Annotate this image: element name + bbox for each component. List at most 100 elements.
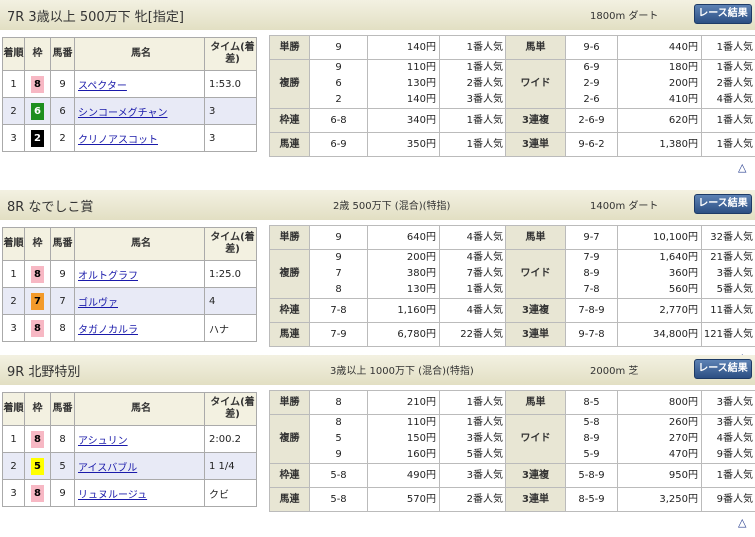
finish-position: 2 bbox=[2, 97, 25, 125]
payout-numbers-value: 9 bbox=[335, 41, 342, 53]
payout-popularity-value: 1番人気 bbox=[716, 114, 753, 126]
horse-name-link[interactable]: リュヌルージュ bbox=[78, 490, 147, 501]
horse-name-link[interactable]: アシュリン bbox=[78, 436, 128, 447]
finish-time: 3 bbox=[204, 97, 257, 125]
payout-numbers-value: 7-8 bbox=[583, 284, 600, 295]
horse-number: 7 bbox=[50, 287, 75, 315]
finish-time: 3 bbox=[204, 124, 257, 152]
payout-amount: 640円 bbox=[367, 225, 440, 250]
back-to-top-icon[interactable]: △ bbox=[738, 516, 746, 529]
payout-amount-value: 560円 bbox=[668, 284, 698, 295]
horse-name-link[interactable]: ゴルヴァ bbox=[78, 298, 118, 309]
bet-type-label: 3連単 bbox=[505, 132, 566, 157]
payout-amount: 110円 130円 140円 bbox=[367, 59, 440, 109]
horse-number: 6 bbox=[50, 97, 75, 125]
back-to-top-icon[interactable]: △ bbox=[738, 161, 746, 174]
payout-popularity: 3番人気 4番人気 9番人気 bbox=[701, 414, 755, 464]
payout-numbers-value: 7-8-9 bbox=[578, 304, 605, 316]
payout-numbers-value: 7 bbox=[335, 268, 342, 279]
payout-numbers-value: 2-9 bbox=[583, 78, 600, 89]
payout-row: 枠連 5-8 490円 3番人気 3連複 5-8-9 950円 1番人気 bbox=[269, 463, 755, 488]
horse-number: 9 bbox=[50, 70, 75, 98]
payout-amount-value: 210円 bbox=[406, 396, 436, 408]
payout-row: 枠連 6-8 340円 1番人気 3連複 2-6-9 620円 1番人気 bbox=[269, 108, 755, 133]
race-result-button[interactable]: レース結果 bbox=[694, 359, 752, 379]
payout-numbers: 7-9 8-9 7-8 bbox=[565, 249, 618, 299]
payout-row: 馬連 5-8 570円 2番人気 3連単 8-5-9 3,250円 9番人気 bbox=[269, 487, 755, 512]
horse-name-link[interactable]: クリノアスコット bbox=[78, 135, 158, 146]
horse-name-link[interactable]: タガノカルラ bbox=[78, 325, 138, 336]
finishing-table: 着順枠馬番 馬名 タイム(着差) 1 8 8 アシュリン 2:00.2 2 5 5 アイスバブル 1 1… bbox=[2, 392, 257, 507]
horse-name-link[interactable]: シンコーメグチャン bbox=[78, 108, 168, 119]
bet-type-label: 3連単 bbox=[505, 322, 566, 347]
payout-numbers-value: 9-7 bbox=[583, 231, 600, 243]
payout-popularity-value: 4番人気 bbox=[466, 252, 503, 263]
column-header: 馬番 bbox=[50, 227, 75, 261]
race-distance: 1800m ダート bbox=[590, 11, 659, 22]
bet-type-label: 単勝 bbox=[269, 35, 310, 60]
payout-popularity: 3番人気 bbox=[439, 463, 506, 488]
race-title: 9R 北野特別 bbox=[7, 365, 81, 380]
waku-cell: 8 bbox=[24, 260, 51, 288]
payout-popularity: 1番人気 bbox=[439, 108, 506, 133]
race-section: 7R 3歳以上 500万下 牝[指定] 1800m ダート レース結果 着順枠馬番 馬名… bbox=[0, 0, 755, 190]
race-result-button[interactable]: レース結果 bbox=[694, 194, 752, 214]
waku-badge: 8 bbox=[31, 484, 44, 502]
payout-amount: 200円 380円 130円 bbox=[367, 249, 440, 299]
payout-amount-value: 270円 bbox=[668, 433, 698, 444]
race-title: 7R 3歳以上 500万下 牝[指定] bbox=[7, 10, 184, 25]
payout-numbers-value: 2-6-9 bbox=[578, 114, 605, 126]
payout-popularity: 121番人気 bbox=[701, 322, 755, 347]
waku-cell: 8 bbox=[24, 425, 51, 453]
finishing-header-row: 着順枠馬番 馬名 タイム(着差) bbox=[2, 227, 257, 261]
payout-amount-value: 1,160円 bbox=[397, 304, 436, 316]
race-header: 7R 3歳以上 500万下 牝[指定] 1800m ダート レース結果 bbox=[0, 0, 755, 30]
payout-amount: 490円 bbox=[367, 463, 440, 488]
payout-amount-value: 160円 bbox=[406, 449, 436, 460]
race-result-button[interactable]: レース結果 bbox=[694, 4, 752, 24]
payout-popularity: 4番人気 bbox=[439, 225, 506, 250]
column-header: 枠 bbox=[24, 392, 51, 426]
payout-popularity: 1番人気 2番人気 3番人気 bbox=[439, 59, 506, 109]
payout-numbers-value: 8 bbox=[335, 284, 342, 295]
finish-position: 3 bbox=[2, 314, 25, 342]
horse-name-link[interactable]: アイスバブル bbox=[78, 463, 137, 474]
horse-name-link[interactable]: スペクター bbox=[78, 81, 127, 92]
payout-numbers-value: 8 bbox=[335, 417, 342, 428]
payout-amount-value: 34,800円 bbox=[653, 328, 698, 340]
race-header: 8R なでしこ賞 2歳 500万下 (混合)(特指) 1400m ダート レース結果 bbox=[0, 190, 755, 220]
payout-amount-value: 470円 bbox=[668, 449, 698, 460]
payout-numbers: 9-6-2 bbox=[565, 132, 618, 157]
bet-type-label: 3連単 bbox=[505, 487, 566, 512]
payout-numbers: 9-7 bbox=[565, 225, 618, 250]
payout-popularity: 4番人気 7番人気 1番人気 bbox=[439, 249, 506, 299]
race-distance: 1400m ダート bbox=[590, 201, 659, 212]
payout-amount-value: 180円 bbox=[668, 62, 698, 73]
finish-position: 3 bbox=[2, 479, 25, 507]
finish-time: ハナ bbox=[204, 314, 257, 342]
payout-numbers: 5-8 bbox=[309, 463, 368, 488]
payout-amount-value: 350円 bbox=[406, 138, 436, 150]
bet-type-label: 枠連 bbox=[269, 108, 310, 133]
race-conditions: 2歳 500万下 (混合)(特指) bbox=[333, 201, 451, 212]
payout-popularity-value: 3番人気 bbox=[716, 417, 753, 428]
waku-badge: 8 bbox=[31, 319, 44, 337]
payout-numbers-value: 5-8 bbox=[583, 417, 600, 428]
payout-popularity-value: 1番人気 bbox=[466, 284, 503, 295]
payout-numbers-value: 9-7-8 bbox=[578, 328, 605, 340]
race-header: 9R 北野特別 3歳以上 1000万下 (混合)(特指) 2000m 芝 レース結果 bbox=[0, 355, 755, 385]
payout-popularity: 4番人気 bbox=[439, 298, 506, 323]
payout-amount: 6,780円 bbox=[367, 322, 440, 347]
payout-amount: 350円 bbox=[367, 132, 440, 157]
payout-popularity: 22番人気 bbox=[439, 322, 506, 347]
horse-name-cell: オルトグラフ bbox=[74, 260, 205, 288]
horse-number: 8 bbox=[50, 314, 75, 342]
horse-name-link[interactable]: オルトグラフ bbox=[78, 271, 138, 282]
bet-type-label: 馬連 bbox=[269, 322, 310, 347]
column-header: 馬名 bbox=[74, 37, 205, 71]
payout-amount-value: 410円 bbox=[668, 94, 698, 105]
finish-time: 4 bbox=[204, 287, 257, 315]
payout-popularity-value: 4番人気 bbox=[716, 433, 753, 444]
payout-amount-value: 570円 bbox=[406, 493, 436, 505]
payout-popularity-value: 1番人気 bbox=[716, 469, 753, 481]
